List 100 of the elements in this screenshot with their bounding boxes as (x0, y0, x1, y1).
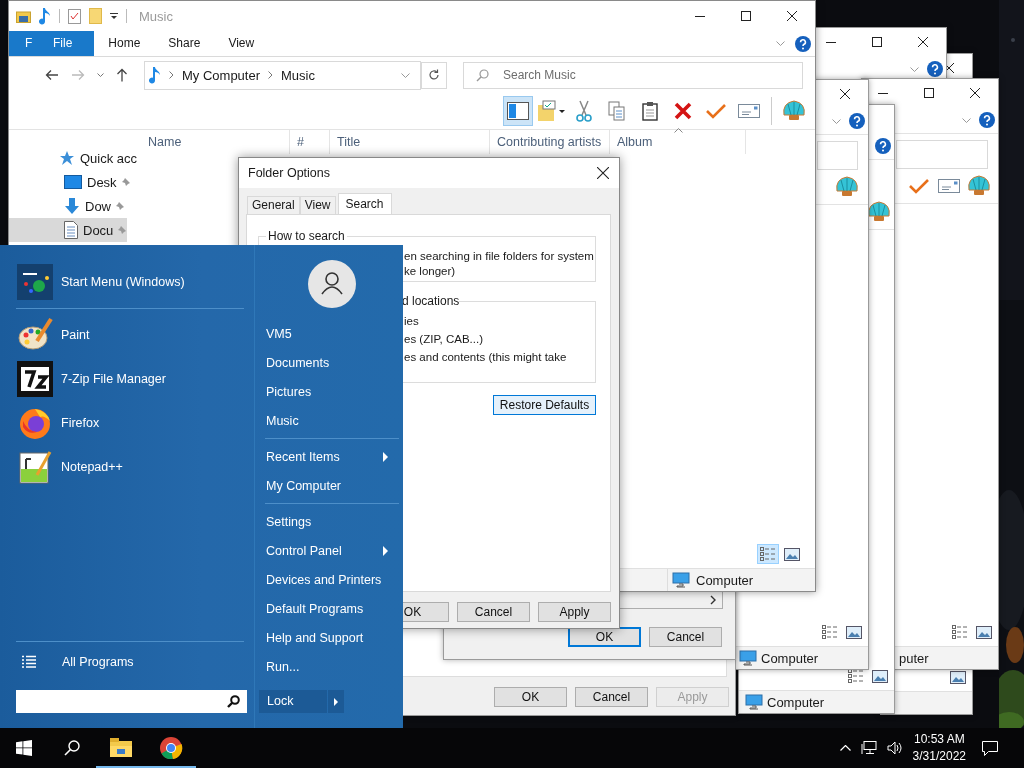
tab[interactable]: General (247, 196, 300, 214)
user-avatar[interactable] (308, 260, 356, 308)
program-item[interactable]: Paint (16, 313, 244, 357)
folder-icon (109, 737, 133, 759)
picture-view-icon[interactable] (846, 625, 862, 639)
close-icon[interactable] (970, 88, 980, 98)
search-field[interactable]: Search Music (463, 61, 803, 89)
details-view-icon[interactable] (822, 625, 838, 639)
nav-item[interactable]: Quick acc (9, 146, 138, 170)
dialog-button[interactable]: OK (568, 627, 641, 647)
chevron-icon[interactable] (910, 66, 919, 72)
program-item[interactable]: Firefox (16, 401, 244, 445)
menu-item[interactable]: Recent Items (259, 442, 399, 471)
program-item[interactable]: Start Menu (Windows) (16, 260, 244, 304)
up-arrow-icon[interactable] (116, 68, 128, 82)
details-view-icon[interactable] (848, 669, 864, 683)
window-title: Music (139, 8, 173, 24)
dialog-button[interactable]: Cancel (575, 687, 648, 707)
column-header[interactable]: # (290, 130, 330, 154)
column-header[interactable]: Album (610, 130, 746, 154)
close-icon[interactable] (597, 167, 609, 179)
menu-item[interactable]: Control Panel (259, 536, 399, 565)
dialog-button[interactable]: OK (494, 687, 567, 707)
breadcrumb-chevron-icon[interactable] (169, 71, 174, 79)
help-icon[interactable] (849, 113, 865, 129)
maximize-icon[interactable] (741, 11, 751, 21)
checklist-icon[interactable] (68, 8, 81, 24)
help-icon[interactable] (795, 35, 811, 52)
music-note-icon[interactable] (39, 7, 51, 25)
chevron-icon[interactable] (962, 117, 971, 123)
lock-button[interactable]: Lock (259, 690, 327, 713)
nav-item[interactable]: Desk (9, 170, 131, 194)
nav-item[interactable]: Dow (9, 194, 127, 218)
volume-icon[interactable] (886, 741, 903, 755)
search-field[interactable] (16, 690, 247, 713)
dialog-button[interactable]: Cancel (457, 602, 530, 622)
help-icon[interactable] (875, 138, 891, 154)
breadcrumb[interactable]: Music (281, 67, 315, 83)
search-field[interactable] (896, 140, 988, 169)
picture-view-icon[interactable] (976, 625, 992, 639)
chevron-icon[interactable] (776, 41, 785, 46)
back-arrow-icon[interactable] (45, 69, 59, 81)
picture-view-icon[interactable] (872, 669, 888, 683)
dialog-button[interactable]: Cancel (649, 627, 722, 647)
checkmark-icon (706, 103, 726, 119)
menu-item[interactable]: Run... (259, 652, 399, 681)
file-tab[interactable]: File (39, 31, 95, 56)
all-programs-item[interactable]: All Programs (16, 646, 244, 678)
notification-icon[interactable] (982, 740, 998, 756)
folder-icon[interactable] (16, 9, 31, 23)
tab[interactable]: Search (337, 193, 392, 214)
preview-pane-button[interactable] (503, 96, 533, 126)
menu-item[interactable]: Music (259, 406, 399, 435)
details-view-icon[interactable] (952, 625, 968, 639)
status-text: puter (899, 650, 929, 666)
breadcrumb[interactable]: My Computer (182, 67, 261, 83)
column-header[interactable]: Contributing artists (490, 130, 610, 154)
column-header[interactable]: Title (330, 130, 490, 154)
network-icon[interactable] (860, 741, 877, 755)
breadcrumb-chevron-icon[interactable] (268, 71, 274, 79)
chevron-up-icon[interactable] (839, 745, 851, 751)
dialog-button[interactable]: Apply (538, 602, 611, 622)
menu-item[interactable]: Help and Support (259, 623, 399, 652)
chevron-icon[interactable] (97, 73, 104, 77)
menu-item[interactable]: Documents (259, 348, 399, 377)
clock-date[interactable]: 3/31/2022 (912, 748, 966, 765)
details-view-button[interactable] (757, 544, 779, 564)
menu-item[interactable]: VM5 (259, 319, 399, 348)
tab[interactable]: View (299, 196, 336, 214)
menu-item[interactable]: Devices and Printers (259, 565, 399, 594)
program-item[interactable]: 7-Zip File Manager (16, 357, 244, 401)
chevron-icon[interactable] (832, 118, 841, 124)
refresh-button[interactable] (420, 61, 447, 89)
option-text: es (ZIP, CAB...) (404, 332, 484, 347)
nav-item[interactable]: Docu (9, 218, 128, 242)
maximize-icon[interactable] (872, 37, 882, 47)
close-icon[interactable] (840, 89, 850, 99)
shell-icon (835, 176, 859, 198)
dropdown-icon[interactable] (110, 12, 118, 20)
help-icon[interactable] (927, 61, 943, 77)
ribbon-tab[interactable]: Home (94, 31, 155, 56)
restore-defaults-button[interactable]: Restore Defaults (493, 395, 596, 415)
clock-time[interactable]: 10:53 AM (913, 731, 965, 748)
column-header[interactable]: Name (141, 130, 290, 154)
close-icon[interactable] (787, 11, 797, 21)
address-bar[interactable]: My Computer Music (144, 60, 421, 90)
preview-pane-icon (507, 102, 529, 120)
picture-view-icon[interactable] (950, 670, 966, 684)
menu-item[interactable]: My Computer (259, 471, 399, 500)
ribbon-tab[interactable]: View (214, 31, 269, 56)
help-icon[interactable] (979, 112, 995, 128)
pin-icon (118, 225, 128, 235)
arrow-button[interactable] (328, 690, 344, 713)
menu-item[interactable]: Pictures (259, 377, 399, 406)
ribbon-tab[interactable]: Share (154, 31, 215, 56)
maximize-icon[interactable] (924, 88, 934, 98)
search-field[interactable] (817, 141, 858, 170)
program-item[interactable]: Notepad++ (16, 445, 244, 489)
menu-item[interactable]: Settings (259, 507, 399, 536)
close-icon[interactable] (918, 37, 928, 47)
